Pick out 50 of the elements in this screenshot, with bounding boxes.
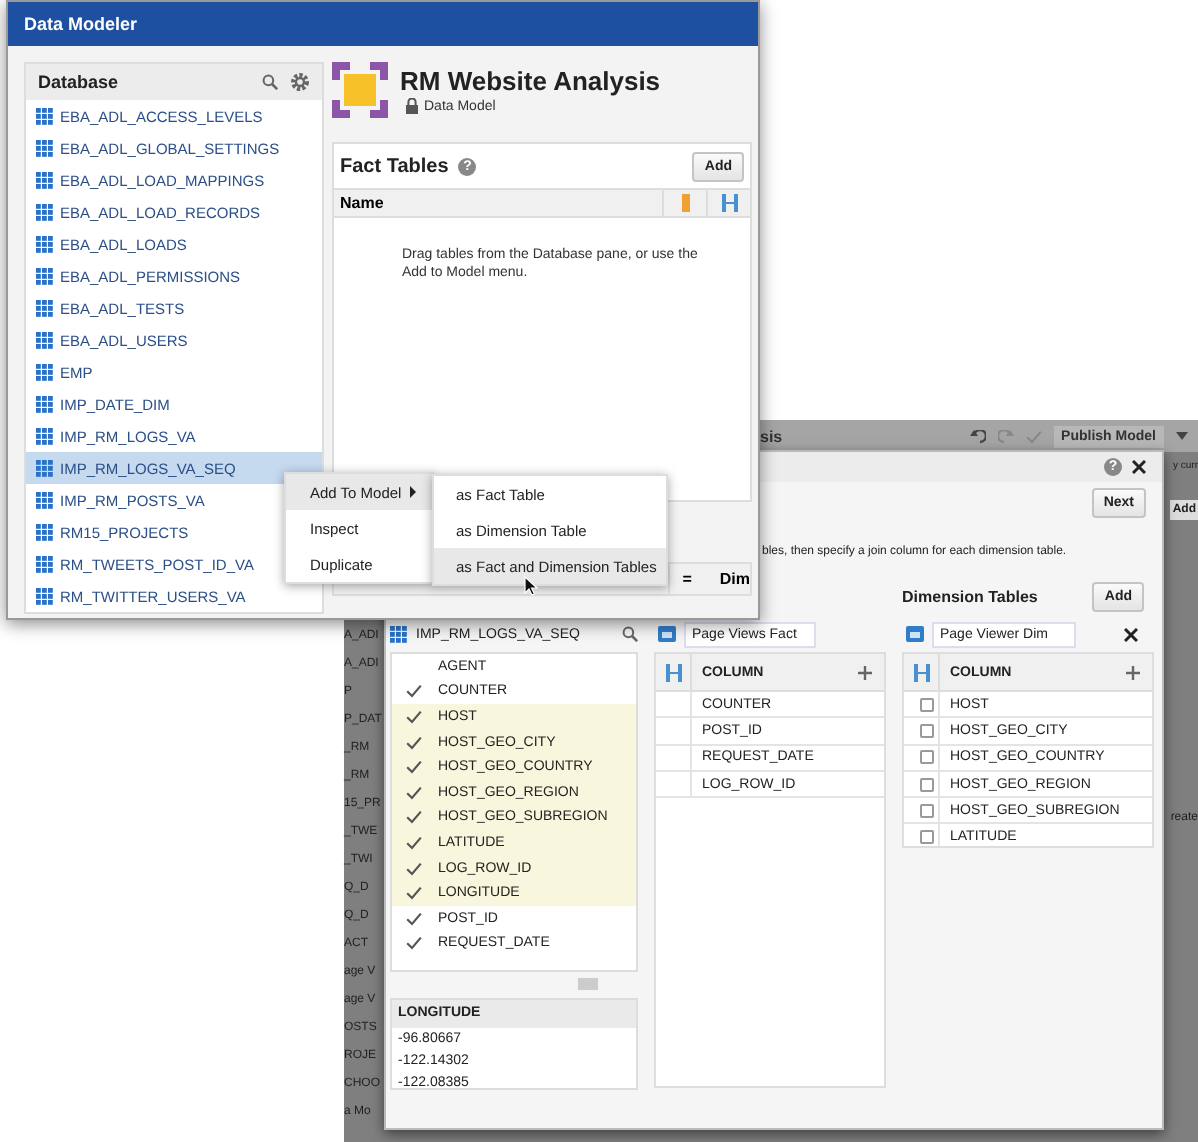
close-icon[interactable] — [1132, 460, 1146, 474]
table-icon — [36, 587, 54, 605]
checkbox[interactable] — [919, 723, 933, 738]
table-icon — [36, 427, 54, 445]
section-title: Fact Tables — [340, 156, 449, 178]
lock-icon — [406, 98, 418, 114]
checkbox[interactable] — [919, 803, 933, 818]
close-icon[interactable] — [1124, 627, 1138, 641]
table-icon — [36, 235, 54, 253]
plus-icon[interactable] — [1126, 665, 1140, 679]
join-icon — [665, 663, 681, 681]
join-icon — [913, 663, 929, 681]
caret-icon[interactable] — [1176, 432, 1188, 440]
resize-handle[interactable] — [578, 978, 598, 990]
table-icon — [36, 363, 54, 381]
checkbox[interactable] — [919, 697, 933, 712]
table-icon — [36, 171, 54, 189]
window-title: Data Modeler — [8, 2, 758, 46]
column-header: Name — [338, 194, 386, 212]
plus-icon[interactable] — [858, 665, 872, 679]
table-icon — [658, 626, 676, 642]
checkmark-icon[interactable] — [1025, 429, 1042, 443]
checkbox[interactable] — [919, 750, 933, 765]
search-icon[interactable] — [622, 626, 638, 642]
checkbox[interactable] — [919, 830, 933, 845]
column-header: Dim — [719, 570, 750, 588]
search-icon[interactable] — [262, 74, 278, 90]
section-title: Dimension Tables — [902, 588, 1038, 606]
table-icon — [36, 555, 54, 573]
table-icon — [36, 331, 54, 349]
table-icon — [36, 395, 54, 413]
model-logo-icon — [332, 62, 388, 118]
ruler-icon — [681, 194, 689, 212]
table-icon — [36, 267, 54, 285]
table-icon — [36, 459, 54, 477]
page-title: sis — [760, 427, 783, 445]
table-icon — [36, 491, 54, 509]
checkbox[interactable] — [919, 777, 933, 792]
panel-title: Database — [38, 72, 121, 92]
table-icon — [36, 299, 54, 317]
table-icon — [36, 523, 54, 541]
gear-icon[interactable] — [290, 72, 310, 92]
table-icon — [906, 626, 924, 642]
table-icon — [36, 203, 54, 221]
table-icon — [36, 107, 54, 125]
undo-icon[interactable] — [969, 429, 986, 443]
join-icon — [721, 194, 737, 212]
model-title: RM Website Analysis — [400, 66, 661, 96]
table-icon — [390, 625, 408, 643]
table-icon — [36, 139, 54, 157]
